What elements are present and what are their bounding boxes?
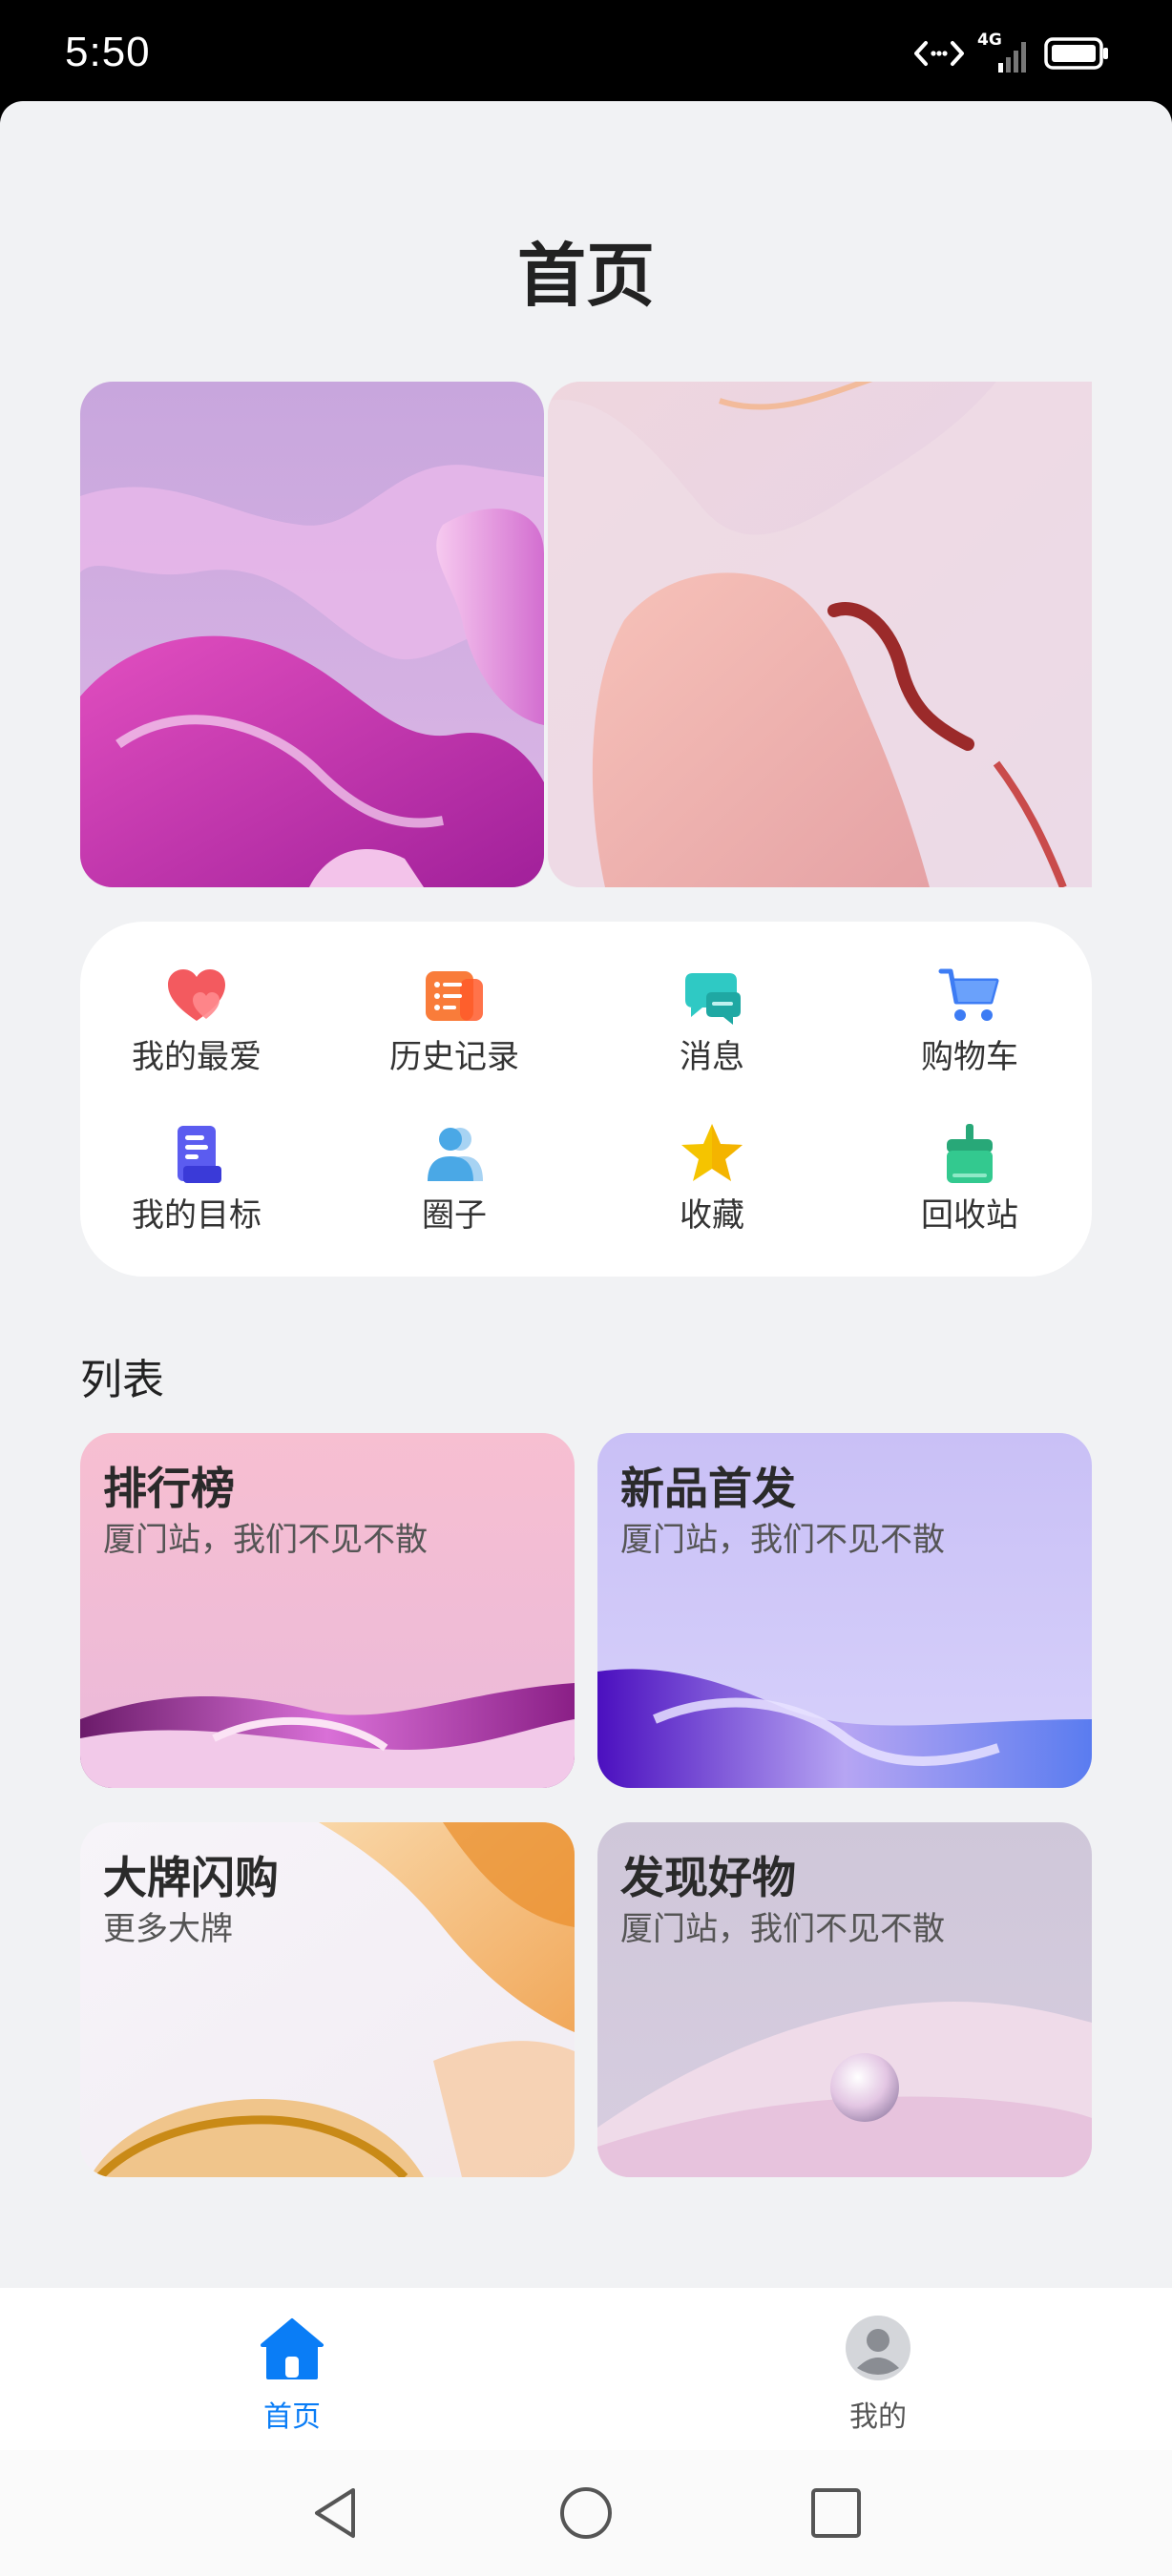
menu-item-label: 收藏 xyxy=(680,1196,744,1235)
home-nav-icon[interactable] xyxy=(557,2484,615,2542)
banner-slide[interactable] xyxy=(548,382,1092,887)
card-title: 排行榜 xyxy=(103,1463,235,1514)
banner-slide[interactable] xyxy=(80,382,544,887)
card-title: 大牌闪购 xyxy=(103,1852,279,1903)
menu-item-label: 我的目标 xyxy=(132,1196,262,1235)
tab-label: 我的 xyxy=(849,2400,907,2434)
quick-menu: 我的最爱 历史记录 消息 购物车 我的目标 圈子 收藏 回收站 xyxy=(80,922,1092,1277)
card-discover[interactable]: 发现好物 厦门站，我们不见不散 xyxy=(597,1822,1092,2177)
status-bar: 5:50 4G xyxy=(0,0,1172,103)
group-icon xyxy=(428,1128,483,1181)
goal-icon xyxy=(178,1126,221,1183)
card-subtitle: 厦门站，我们不见不散 xyxy=(620,1521,945,1559)
menu-item-cart[interactable]: 购物车 xyxy=(874,964,1065,1097)
menu-item-label: 我的最爱 xyxy=(132,1038,262,1076)
menu-item-recycle-bin[interactable]: 回收站 xyxy=(874,1122,1065,1256)
banner-carousel[interactable] xyxy=(80,382,1092,887)
star-icon xyxy=(681,1124,743,1181)
card-new-arrivals[interactable]: 新品首发 厦门站，我们不见不散 xyxy=(597,1433,1092,1788)
menu-item-collection[interactable]: 收藏 xyxy=(617,1122,807,1256)
app-screen: 首页 我的最爱 历史记录 消息 购物车 我的目标 圈子 收藏 回收站 列表 排行… xyxy=(0,101,1172,2576)
tab-mine[interactable]: 我的 xyxy=(735,2288,1021,2450)
battery-icon xyxy=(1044,37,1108,70)
menu-item-label: 消息 xyxy=(680,1038,744,1076)
card-ranking[interactable]: 排行榜 厦门站，我们不见不散 xyxy=(80,1433,575,1788)
signal-icon: 4G xyxy=(977,31,1031,73)
menu-item-messages[interactable]: 消息 xyxy=(617,964,807,1097)
tab-label: 首页 xyxy=(263,2400,321,2434)
status-icons: 4G xyxy=(914,31,1109,73)
banner-image xyxy=(80,382,544,887)
menu-item-history[interactable]: 历史记录 xyxy=(359,964,550,1097)
page-title: 首页 xyxy=(516,236,655,316)
banner-image xyxy=(548,382,1092,887)
card-subtitle: 厦门站，我们不见不散 xyxy=(620,1910,945,1948)
card-title: 发现好物 xyxy=(620,1852,796,1903)
menu-item-favorites[interactable]: 我的最爱 xyxy=(101,964,292,1097)
cart-icon xyxy=(938,968,999,1021)
system-navigation-bar xyxy=(0,2450,1172,2576)
card-subtitle: 厦门站，我们不见不散 xyxy=(103,1521,428,1559)
menu-item-label: 圈子 xyxy=(422,1196,487,1235)
menu-item-label: 历史记录 xyxy=(389,1038,519,1076)
heart-icon xyxy=(168,969,225,1021)
history-icon xyxy=(426,971,483,1021)
card-brand-flash-sale[interactable]: 大牌闪购 更多大牌 xyxy=(80,1822,575,2177)
message-icon xyxy=(685,973,741,1025)
card-subtitle: 更多大牌 xyxy=(103,1910,233,1948)
bottom-tab-bar: 首页 我的 xyxy=(0,2288,1172,2450)
recycle-bin-icon xyxy=(947,1124,993,1183)
status-time: 5:50 xyxy=(65,29,151,75)
menu-item-label: 回收站 xyxy=(921,1196,1018,1235)
data-transfer-icon xyxy=(914,41,964,66)
back-icon[interactable] xyxy=(307,2484,365,2542)
tab-home[interactable]: 首页 xyxy=(149,2288,435,2450)
menu-item-label: 购物车 xyxy=(921,1038,1018,1076)
avatar-icon xyxy=(846,2316,910,2380)
section-title: 列表 xyxy=(80,1356,164,1404)
card-title: 新品首发 xyxy=(620,1463,796,1514)
recents-icon[interactable] xyxy=(807,2484,865,2542)
menu-item-circle[interactable]: 圈子 xyxy=(359,1122,550,1256)
menu-item-goals[interactable]: 我的目标 xyxy=(101,1122,292,1256)
home-icon xyxy=(261,2318,324,2379)
